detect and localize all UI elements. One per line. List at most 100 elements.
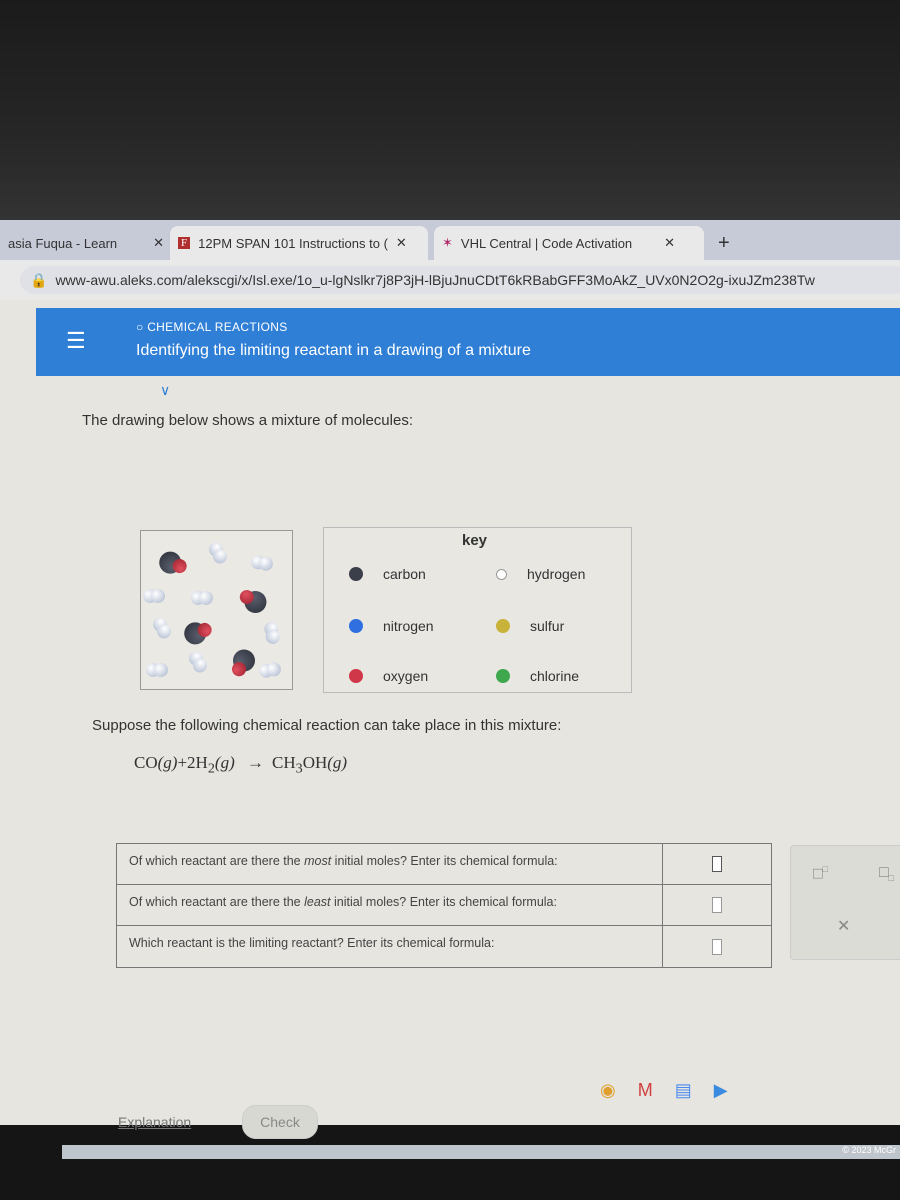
explanation-button[interactable]: Explanation: [118, 1105, 191, 1139]
chlorine-atom-icon: [496, 669, 510, 683]
eq-arrow: →: [246, 753, 264, 772]
key-label: sulfur: [530, 618, 565, 634]
h2-molecule: [143, 589, 165, 603]
topic-label: ○ CHEMICAL REACTIONS: [136, 320, 288, 334]
close-icon[interactable]: ✕: [664, 235, 675, 251]
answer-input-most[interactable]: [712, 856, 722, 872]
topic-text: CHEMICAL REACTIONS: [147, 320, 288, 334]
eq-state: (g): [327, 753, 348, 772]
sulfur-atom-icon: [496, 619, 510, 633]
molecule-drawing: [140, 530, 293, 690]
eq-h: H: [195, 753, 208, 772]
aleks-page: ☰ ○ CHEMICAL REACTIONS Identifying the l…: [0, 300, 900, 1159]
clear-icon[interactable]: ✕: [837, 916, 850, 936]
play-icon[interactable]: ▶: [714, 1080, 728, 1101]
key-hydrogen: hydrogen: [496, 566, 585, 582]
topic-header: ☰ ○ CHEMICAL REACTIONS Identifying the l…: [36, 308, 900, 376]
f-logo-icon: F: [178, 237, 191, 249]
eq-state: (g): [157, 753, 178, 772]
q-text: Of which reactant are there the: [129, 895, 305, 909]
hydrogen-atom-icon: [496, 568, 507, 580]
eq-state: (g): [214, 753, 235, 772]
q-text: Which reactant is the limiting reactant?…: [129, 936, 495, 950]
tab-label: 12PM SPAN 101 Instructions to (: [198, 235, 388, 251]
url-text: www-awu.aleks.com/alekscgi/x/Isl.exe/1o_…: [55, 272, 815, 288]
problem-prompt: The drawing below shows a mixture of mol…: [82, 412, 413, 429]
q-text: initial moles? Enter its chemical formul…: [331, 854, 558, 868]
co-molecule: [181, 617, 215, 648]
q-text: initial moles? Enter its chemical formul…: [330, 895, 557, 909]
eq-ch: CH: [271, 753, 296, 772]
eq-co: CO: [134, 753, 158, 772]
docs-icon[interactable]: ▤: [675, 1080, 692, 1101]
vhl-logo-icon: ✶: [442, 235, 453, 250]
lock-icon: 🔒: [30, 271, 48, 288]
co-molecule: [235, 584, 271, 618]
tab-label: VHL Central | Code Activation: [460, 235, 633, 251]
h2-molecule: [257, 661, 283, 679]
question-text: Of which reactant are there the most ini…: [117, 844, 663, 884]
question-table: Of which reactant are there the most ini…: [116, 843, 772, 968]
question-text: Of which reactant are there the least in…: [117, 885, 663, 925]
key-carbon: carbon: [349, 566, 426, 582]
key-oxygen: oxygen: [349, 668, 428, 684]
q-emphasis: most: [304, 854, 332, 868]
key-label: hydrogen: [527, 566, 586, 582]
copyright: © 2023 McGr: [62, 1145, 900, 1159]
chrome-icon[interactable]: ◉: [600, 1080, 616, 1101]
reaction-intro: Suppose the following chemical reaction …: [92, 717, 562, 734]
menu-icon[interactable]: ☰: [66, 328, 86, 354]
key-label: nitrogen: [383, 618, 434, 634]
gmail-icon[interactable]: M: [638, 1080, 653, 1101]
address-bar: 🔒 www-awu.aleks.com/alekscgi/x/Isl.exe/1o…: [0, 260, 900, 300]
question-row-most: Of which reactant are there the most ini…: [117, 844, 771, 885]
eq-oh: OH: [302, 753, 328, 772]
carbon-atom-icon: [349, 567, 363, 581]
key-panel: key carbon hydrogen nitrogen sulfur oxyg…: [323, 527, 632, 693]
superscript-icon[interactable]: □□: [813, 864, 828, 883]
answer-input-least[interactable]: [712, 897, 722, 913]
key-label: chlorine: [530, 668, 580, 684]
oxygen-atom-icon: [349, 669, 363, 683]
tab-bar: asia Fuqua - Learn ✕ F 12PM SPAN 101 Instr…: [0, 220, 900, 260]
subscript-icon[interactable]: □□: [879, 864, 894, 883]
answer-input-limiting[interactable]: [712, 938, 722, 955]
q-emphasis: least: [304, 895, 331, 909]
key-chlorine: chlorine: [496, 668, 579, 684]
h2-molecule: [186, 648, 210, 676]
question-text: Which reactant is the limiting reactant?…: [117, 926, 663, 967]
key-label: carbon: [383, 566, 426, 582]
h2-molecule: [191, 591, 213, 605]
taskbar: ◉ M ▤ ▶: [600, 1080, 728, 1101]
nitrogen-atom-icon: [349, 619, 363, 633]
formula-toolbar: □□ □□ ✕: [790, 845, 900, 960]
key-nitrogen: nitrogen: [349, 618, 434, 634]
h2-molecule: [249, 554, 275, 572]
tab-vhl[interactable]: ✶ VHL Central | Code Activation ✕: [434, 226, 704, 260]
q-text: Of which reactant are there the: [129, 854, 305, 868]
question-row-least: Of which reactant are there the least in…: [117, 885, 771, 926]
key-label: oxygen: [383, 668, 429, 684]
close-icon[interactable]: ✕: [153, 235, 164, 251]
new-tab-button[interactable]: +: [710, 226, 738, 260]
h2-molecule: [150, 614, 174, 642]
tab-span101[interactable]: F 12PM SPAN 101 Instructions to ( ✕: [170, 226, 428, 260]
co-molecule: [156, 548, 190, 579]
h2-molecule: [206, 539, 230, 567]
co-molecule: [226, 645, 260, 681]
question-row-limiting: Which reactant is the limiting reactant?…: [117, 926, 771, 967]
chevron-down-icon[interactable]: ∨: [160, 382, 170, 399]
close-icon[interactable]: ✕: [396, 235, 407, 251]
check-button[interactable]: Check: [242, 1105, 318, 1139]
eq-sub: 3: [295, 760, 303, 777]
page-title: Identifying the limiting reactant in a d…: [136, 342, 531, 359]
tab-learn[interactable]: asia Fuqua - Learn ✕: [0, 226, 172, 260]
url-input[interactable]: 🔒 www-awu.aleks.com/alekscgi/x/Isl.exe/1o…: [20, 266, 900, 294]
key-sulfur: sulfur: [496, 618, 564, 634]
h2-molecule: [263, 620, 281, 646]
eq-sub: 2: [207, 760, 215, 777]
browser-window: asia Fuqua - Learn ✕ F 12PM SPAN 101 Instr…: [0, 220, 900, 1159]
key-title: key: [462, 532, 488, 549]
monitor-bezel: [0, 0, 900, 220]
h2-molecule: [146, 663, 168, 677]
